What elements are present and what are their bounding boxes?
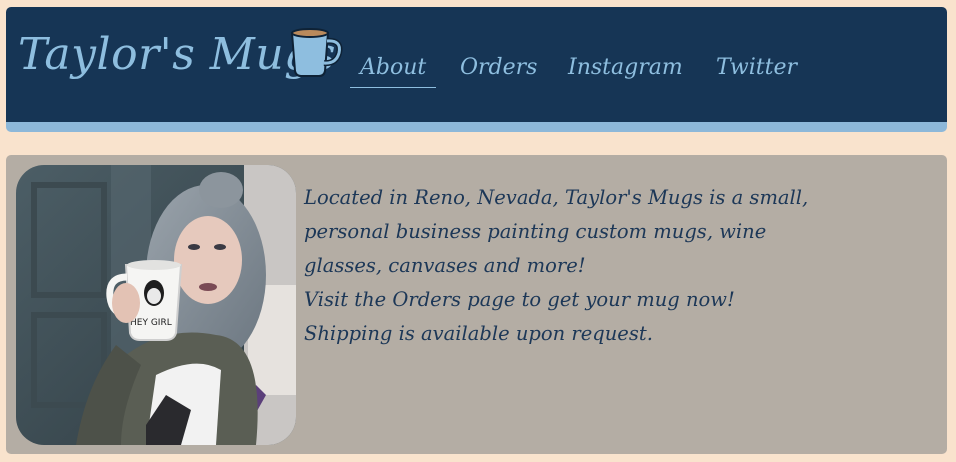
header-accent-stripe	[6, 122, 947, 132]
coffee-mug-icon	[290, 28, 343, 77]
nav-orders[interactable]: Orders	[460, 57, 537, 79]
profile-photo-image: HEY GIRL	[16, 165, 296, 445]
profile-photo: HEY GIRL	[16, 165, 296, 445]
nav-twitter[interactable]: Twitter	[716, 57, 797, 79]
about-text: Located in Reno, Nevada, Taylor's Mugs i…	[304, 181, 814, 351]
about-section: HEY GIRL Located in Reno, Nevada, Taylor…	[6, 155, 947, 454]
nav-instagram[interactable]: Instagram	[568, 57, 683, 79]
about-paragraph-orders: Visit the Orders page to get your mug no…	[304, 288, 735, 345]
about-paragraph-location: Located in Reno, Nevada, Taylor's Mugs i…	[304, 186, 809, 277]
nav-about[interactable]: About	[350, 57, 437, 88]
mug-print-text: HEY GIRL	[130, 318, 172, 328]
site-header: Taylor's Mugs About Orders Instagram Twi…	[6, 7, 947, 122]
